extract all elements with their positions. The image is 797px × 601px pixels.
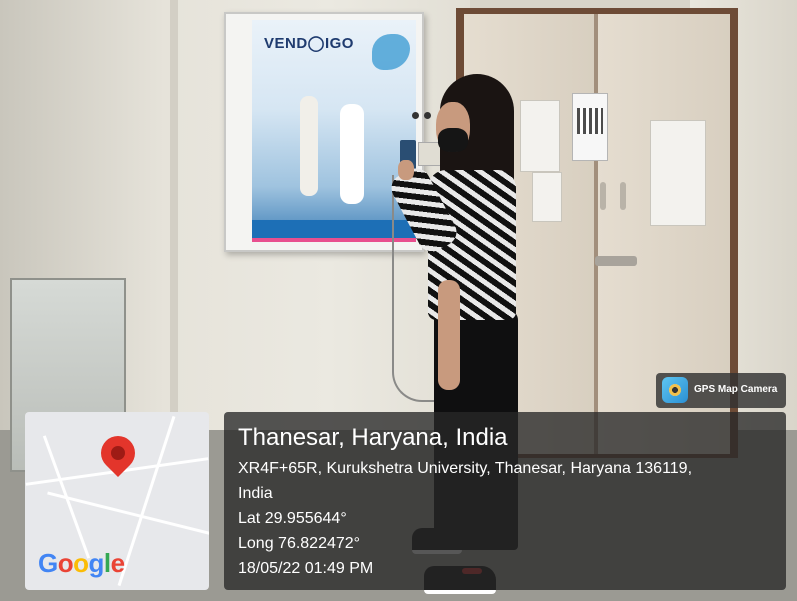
vending-machine-brand: VEND◯IGO [264, 35, 354, 52]
notice-paper [650, 120, 706, 226]
gps-camera-app-icon [662, 377, 688, 403]
gps-badge-label: GPS Map Camera [694, 384, 778, 395]
google-logo-letter: g [88, 548, 105, 578]
poster-person [300, 96, 318, 196]
google-logo: Google [38, 548, 125, 579]
location-title: Thanesar, Haryana, India [238, 424, 508, 451]
woman-arm-lower [438, 280, 460, 390]
gps-map-camera-badge: GPS Map Camera [656, 373, 786, 408]
datetime: 18/05/22 01:49 PM [238, 560, 374, 577]
door-handle [620, 182, 626, 210]
qr-code-sheet [572, 93, 608, 161]
door-divider [594, 14, 598, 454]
woman-hand [398, 160, 414, 180]
door-handle [600, 182, 606, 210]
poster-person [340, 104, 364, 204]
face-mask [438, 128, 468, 152]
address-line-2: India [238, 485, 273, 502]
location-info-panel: Thanesar, Haryana, India XR4F+65R, Kuruk… [224, 412, 786, 590]
google-logo-letter: o [57, 548, 74, 578]
poster-fabric [372, 34, 410, 70]
google-logo-letter: o [73, 548, 89, 578]
google-logo-letter: G [38, 548, 58, 578]
map-thumbnail: Google [25, 412, 209, 590]
door-latch [595, 256, 637, 266]
longitude: Long 76.822472° [238, 535, 361, 552]
notice-paper [532, 172, 562, 222]
vending-buttons [412, 112, 434, 122]
latitude: Lat 29.955644° [238, 510, 347, 527]
notice-paper [520, 100, 560, 172]
google-logo-letter: e [110, 548, 125, 578]
google-logo-letter: l [103, 548, 111, 578]
address-line-1: XR4F+65R, Kurukshetra University, Thanes… [238, 460, 693, 477]
